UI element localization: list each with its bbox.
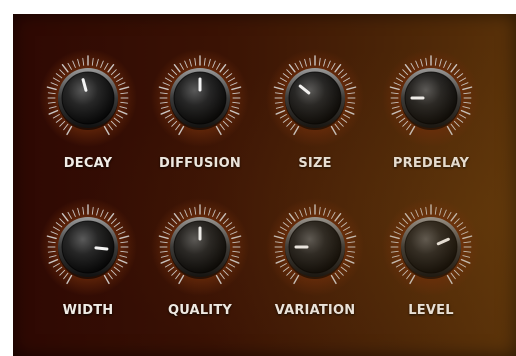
size-knob[interactable] <box>265 48 365 148</box>
knob-pointer <box>94 246 109 251</box>
variation-label: VARIATION <box>274 303 356 318</box>
diffusion-knob[interactable] <box>150 48 250 148</box>
diffusion-control: DIFFUSION <box>144 48 256 198</box>
size-label: SIZE <box>298 156 332 171</box>
quality-control: QUALITY <box>144 197 256 347</box>
predelay-control: PREDELAY <box>375 48 487 198</box>
level-control: LEVEL <box>375 197 487 347</box>
quality-label: QUALITY <box>167 303 233 318</box>
quality-knob[interactable] <box>150 197 250 297</box>
width-control: WIDTH <box>32 197 144 347</box>
variation-control: VARIATION <box>259 197 371 347</box>
reverb-controls-panel: DECAY DIFFUSION SIZE PREDELAY WIDTH QUAL… <box>13 14 516 356</box>
predelay-label: PREDELAY <box>392 156 470 171</box>
predelay-knob[interactable] <box>381 48 481 148</box>
width-knob[interactable] <box>38 197 138 297</box>
variation-knob[interactable] <box>265 197 365 297</box>
size-control: SIZE <box>259 48 371 198</box>
decay-control: DECAY <box>32 48 144 198</box>
level-knob[interactable] <box>381 197 481 297</box>
width-label: WIDTH <box>62 303 114 318</box>
decay-label: DECAY <box>63 156 113 171</box>
decay-knob[interactable] <box>38 48 138 148</box>
diffusion-label: DIFFUSION <box>159 156 241 171</box>
level-label: LEVEL <box>408 303 454 318</box>
